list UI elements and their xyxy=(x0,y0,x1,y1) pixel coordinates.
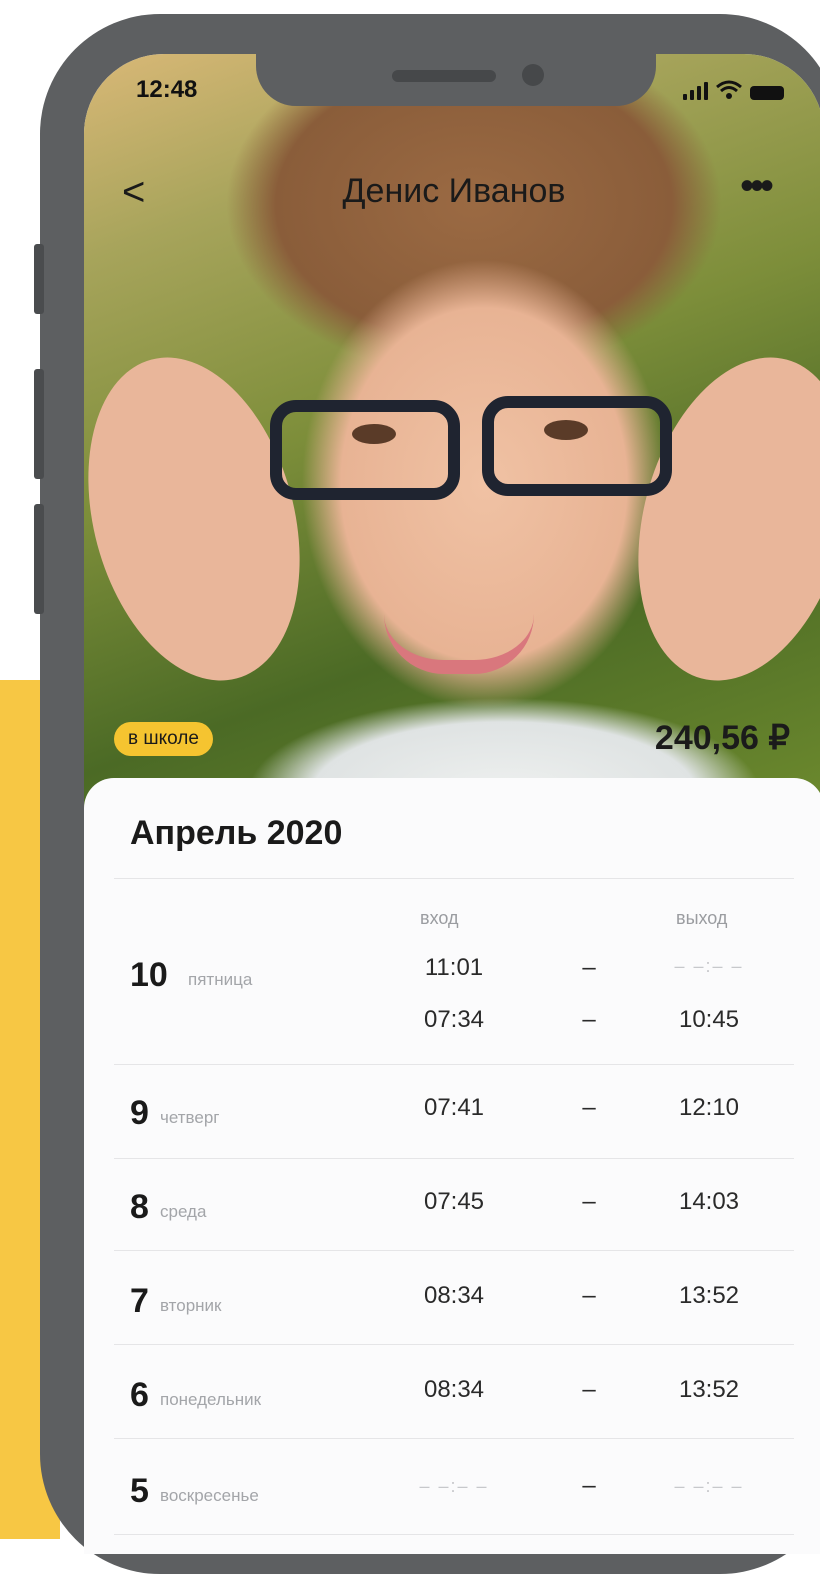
volume-up-button xyxy=(34,369,44,479)
time-out: 10:45 xyxy=(678,1006,740,1033)
column-header-in: вход xyxy=(420,908,459,928)
time-dash: – xyxy=(582,1006,596,1033)
divider xyxy=(114,1064,794,1065)
weekday-label: вторник xyxy=(160,1296,222,1315)
time-in: 08:34 xyxy=(423,1376,485,1403)
divider xyxy=(114,1344,794,1345)
time-dash: – xyxy=(582,1376,596,1403)
balance-amount: 240,56 ₽ xyxy=(654,719,790,757)
front-camera xyxy=(522,64,544,86)
divider xyxy=(114,1438,794,1439)
right-hand xyxy=(604,333,820,705)
time-in: – –:– – xyxy=(419,1476,489,1496)
time-out: 13:52 xyxy=(678,1376,740,1403)
status-time: 12:48 xyxy=(136,76,198,103)
time-dash: – xyxy=(582,954,596,981)
time-in: 07:34 xyxy=(423,1006,485,1033)
time-dash: – xyxy=(582,1282,596,1309)
smile xyxy=(384,614,534,674)
time-in: 08:34 xyxy=(423,1282,485,1309)
time-out: – –:– – xyxy=(674,1476,744,1496)
day-number: 7 xyxy=(130,1282,149,1320)
day-number: 9 xyxy=(130,1094,149,1132)
column-header-out: выход xyxy=(676,908,728,928)
signal-icon xyxy=(683,82,708,100)
left-hand xyxy=(84,333,334,705)
month-title: Апрель 2020 xyxy=(130,814,343,852)
time-in: 11:01 xyxy=(424,954,484,981)
wifi-icon xyxy=(716,80,742,99)
left-eye xyxy=(352,424,396,444)
weekday-label: воскресенье xyxy=(160,1486,259,1505)
divider xyxy=(114,1250,794,1251)
notch xyxy=(256,54,656,106)
weekday-label: понедельник xyxy=(160,1390,262,1409)
time-out: – –:– – xyxy=(674,956,744,976)
page-title: Денис Иванов xyxy=(342,172,566,210)
silent-switch xyxy=(34,244,44,314)
divider xyxy=(114,1158,794,1159)
more-menu-button[interactable]: ••• xyxy=(740,164,774,209)
right-eye xyxy=(544,420,588,440)
weekday-label: среда xyxy=(160,1202,207,1221)
profile-photo xyxy=(84,54,820,814)
speaker xyxy=(392,70,496,82)
day-number: 10 xyxy=(130,956,168,994)
time-out: 12:10 xyxy=(678,1094,740,1121)
time-dash: – xyxy=(582,1188,596,1215)
time-in: 07:45 xyxy=(423,1188,485,1215)
status-icons xyxy=(683,80,784,100)
status-badge: в школе xyxy=(114,722,213,756)
divider xyxy=(114,878,794,879)
time-in: 07:41 xyxy=(423,1094,485,1121)
weekday-label: пятница xyxy=(188,970,253,989)
glasses-left-lens xyxy=(270,400,460,500)
time-dash: – xyxy=(582,1094,596,1121)
day-number: 8 xyxy=(130,1188,149,1226)
divider xyxy=(114,1534,794,1535)
glasses-right-lens xyxy=(482,396,672,496)
day-number: 5 xyxy=(130,1472,149,1510)
day-number: 6 xyxy=(130,1376,149,1414)
weekday-label: четверг xyxy=(160,1108,220,1127)
time-out: 13:52 xyxy=(678,1282,740,1309)
volume-down-button xyxy=(34,504,44,614)
phone-screen: 12:48 < Денис Иванов ••• в школе 240,56 … xyxy=(84,54,820,1554)
battery-icon xyxy=(750,86,784,100)
attendance-card: Апрель 2020 вход выход 10 пятница 11:01 … xyxy=(84,778,820,1554)
time-out: 14:03 xyxy=(678,1188,740,1215)
time-dash: – xyxy=(582,1472,596,1499)
